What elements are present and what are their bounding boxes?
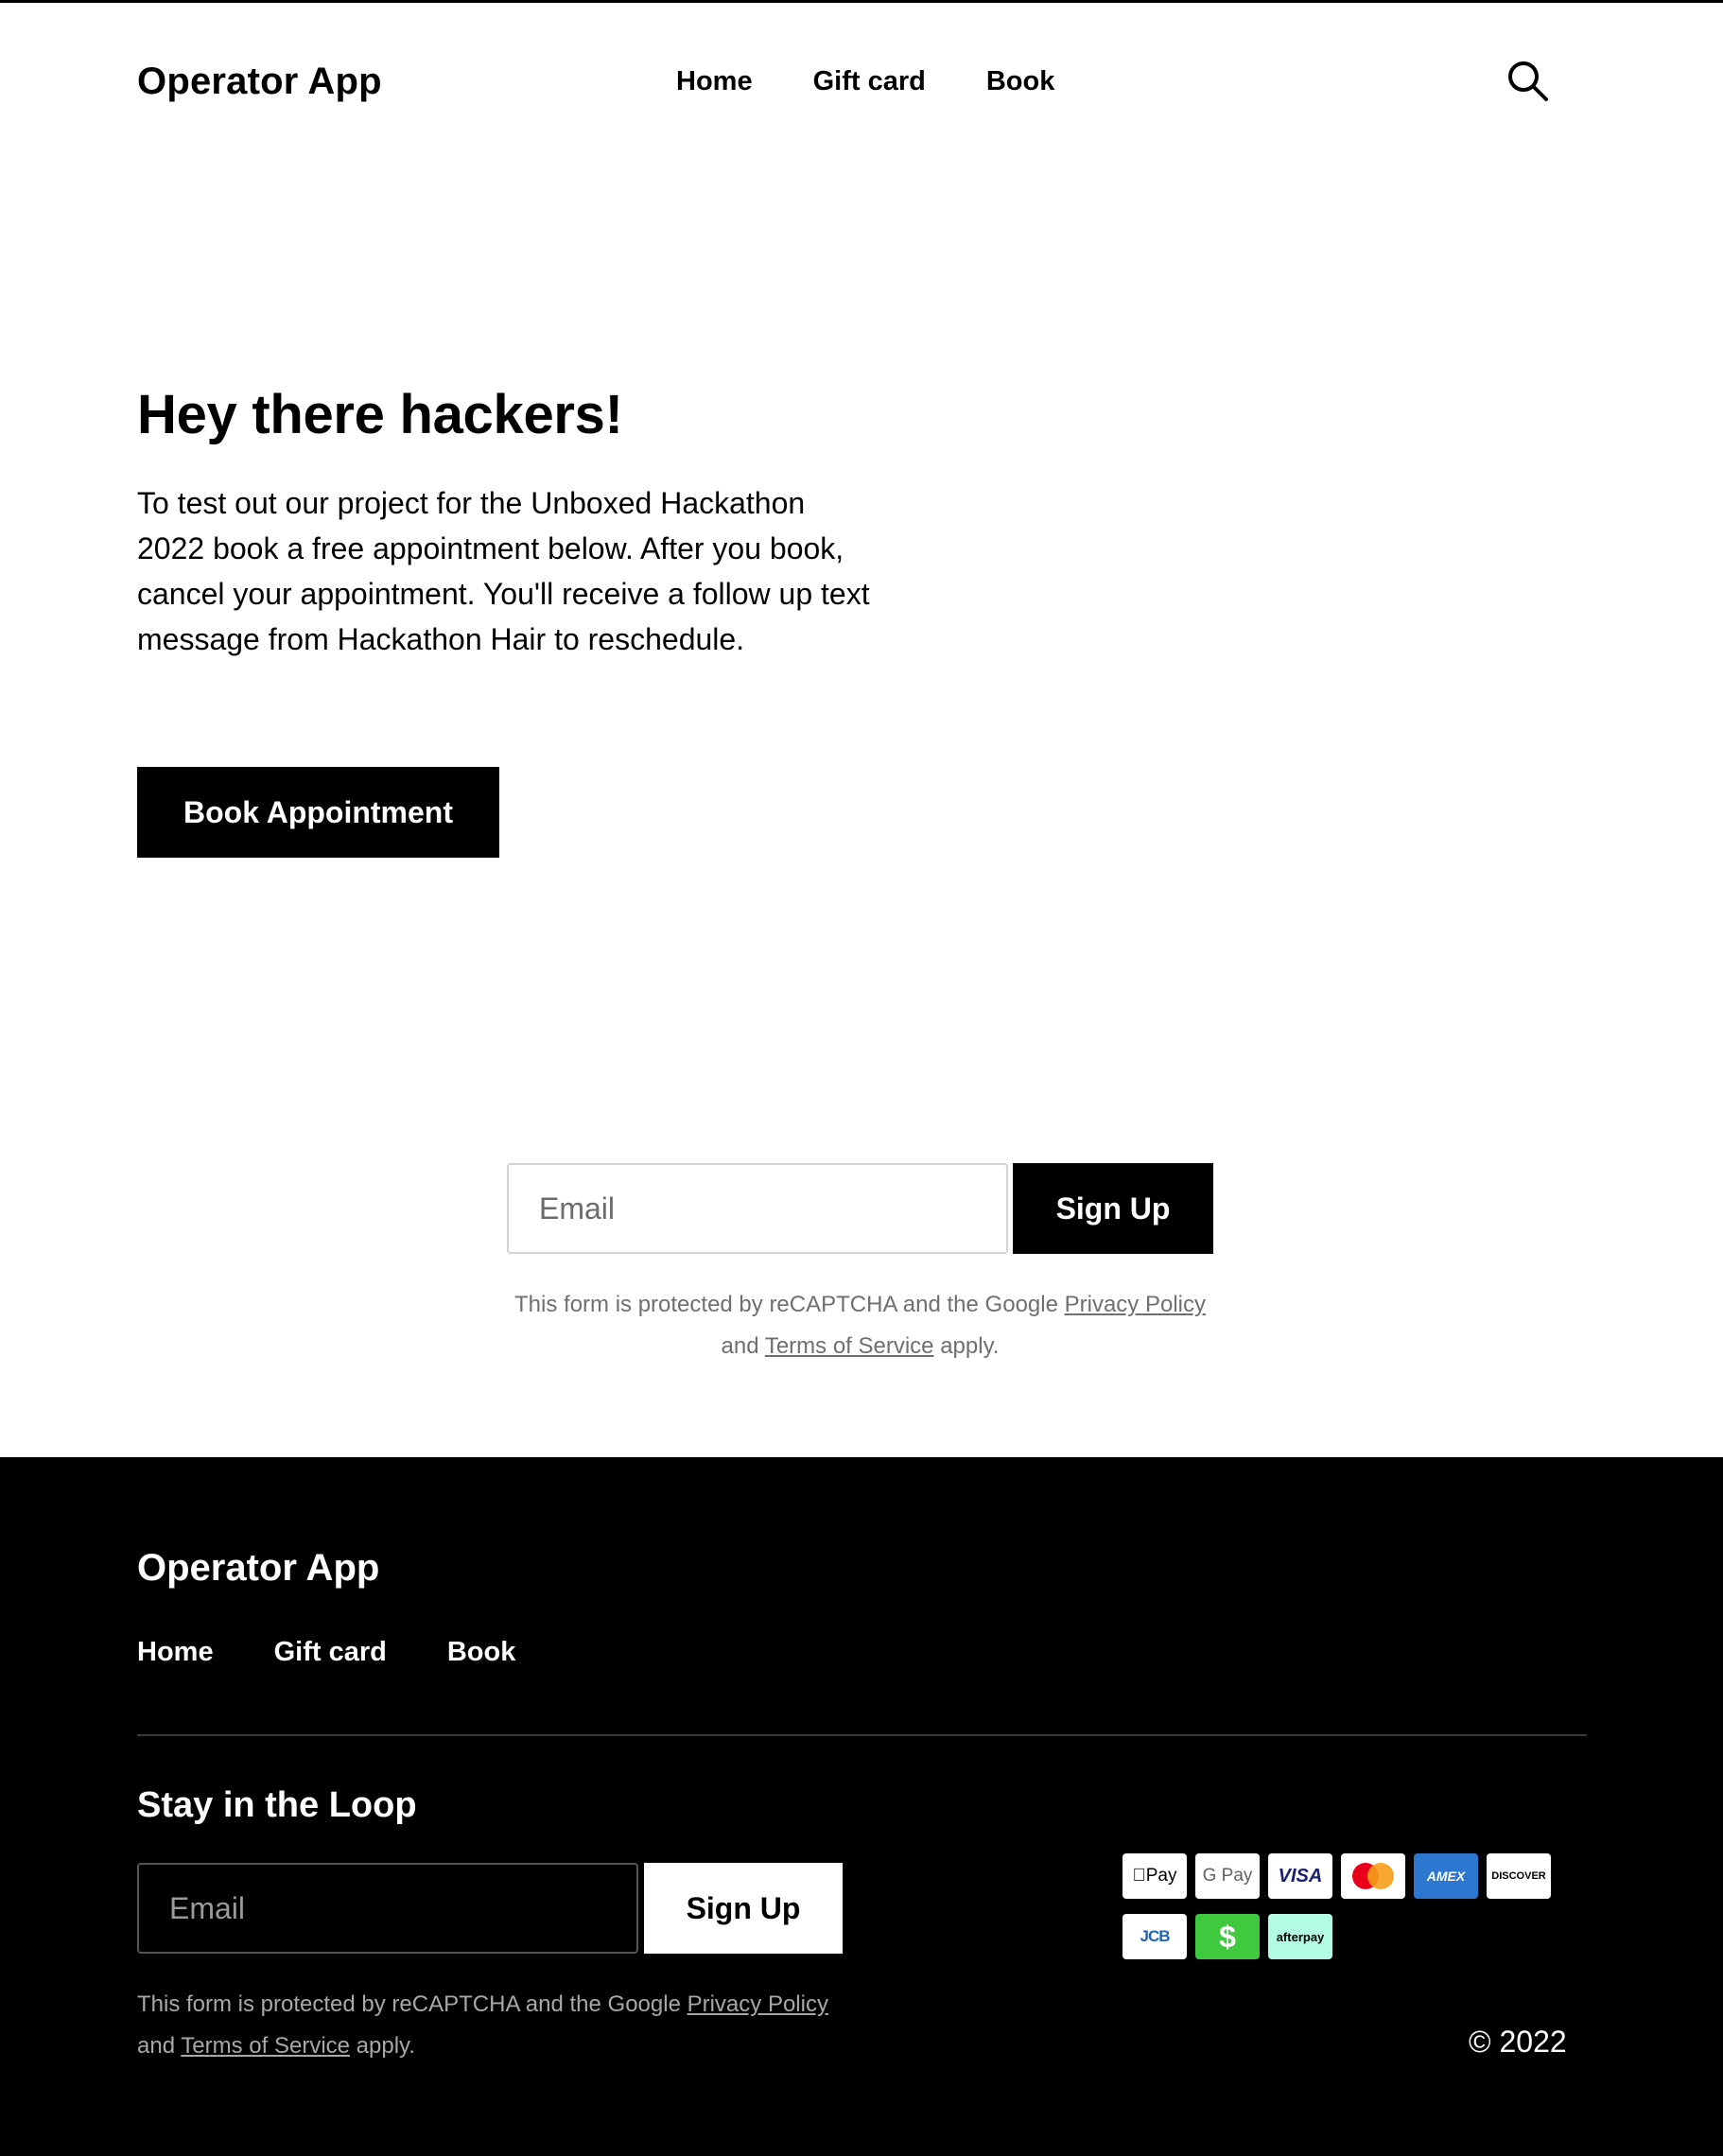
main-nav: Home Gift card Book [676,66,1054,97]
footer-nav-gift-card[interactable]: Gift card [274,1637,387,1668]
mastercard-circles [1352,1863,1394,1889]
cash-app-icon: $ [1195,1914,1260,1959]
footer-captcha-suffix: apply. [350,2033,415,2059]
search-button[interactable] [1506,60,1550,103]
cash-app-label: $ [1219,1919,1236,1954]
stay-in-loop-title: Stay in the Loop [137,1785,417,1825]
amex-label: AMEX [1426,1869,1466,1884]
copyright: © 2022 [1469,2025,1567,2059]
footer-nav: Home Gift card Book [137,1637,515,1668]
afterpay-icon: afterpay [1268,1914,1332,1959]
footer-divider [137,1734,1587,1736]
hero-title: Hey there hackers! [137,384,623,445]
footer-terms-of-service-link[interactable]: Terms of Service [181,2033,350,2059]
search-icon [1508,61,1548,101]
visa-icon: VISA [1268,1853,1332,1899]
email-input[interactable] [507,1163,1008,1254]
footer-captcha-text: This form is protected by reCAPTCHA and … [137,1991,687,2017]
footer-privacy-policy-link[interactable]: Privacy Policy [687,1991,828,2017]
signup-form: Sign Up [507,1163,1213,1254]
amex-icon: AMEX [1414,1853,1478,1899]
footer-nav-book[interactable]: Book [447,1637,516,1668]
nav-book[interactable]: Book [986,66,1055,97]
apple-pay-icon: Pay [1123,1853,1187,1899]
sign-up-button[interactable]: Sign Up [1013,1163,1213,1254]
hero-description: To test out our project for the Unboxed … [137,486,870,656]
footer-email-input[interactable] [137,1863,638,1954]
google-pay-icon: G Pay [1195,1853,1260,1899]
afterpay-label: afterpay [1276,1929,1325,1944]
payment-methods: Pay G Pay VISA AMEX DISCOVER JCB $ afte… [1123,1853,1588,1959]
site-footer: Operator App Home Gift card Book Stay in… [0,1457,1723,2156]
google-pay-label: G Pay [1202,1866,1253,1886]
footer-brand[interactable]: Operator App [137,1547,379,1590]
nav-gift-card[interactable]: Gift card [813,66,926,97]
jcb-icon: JCB [1123,1914,1187,1959]
visa-label: VISA [1278,1865,1323,1886]
mastercard-icon [1341,1853,1405,1899]
site-header: Operator App Home Gift card Book [0,0,1723,170]
jcb-label: JCB [1140,1927,1170,1945]
terms-of-service-link[interactable]: Terms of Service [765,1333,934,1359]
discover-icon: DISCOVER [1487,1853,1551,1899]
privacy-policy-link[interactable]: Privacy Policy [1065,1292,1206,1317]
footer-sign-up-button[interactable]: Sign Up [644,1863,843,1954]
footer-nav-home[interactable]: Home [137,1637,214,1668]
captcha-suffix: apply. [933,1333,1000,1359]
footer-captcha-and: and [137,2033,182,2059]
discover-label: DISCOVER [1491,1870,1546,1882]
captcha-text: This form is protected by reCAPTCHA and … [514,1292,1065,1317]
book-appointment-button[interactable]: Book Appointment [137,767,499,858]
recaptcha-notice: This form is protected by reCAPTCHA and … [507,1284,1213,1367]
brand-logo[interactable]: Operator App [137,61,382,103]
footer-recaptcha-notice: This form is protected by reCAPTCHA and … [137,1984,837,2067]
captcha-and: and [721,1333,765,1359]
apple-pay-label: Pay [1139,1866,1177,1886]
nav-home[interactable]: Home [676,66,753,97]
